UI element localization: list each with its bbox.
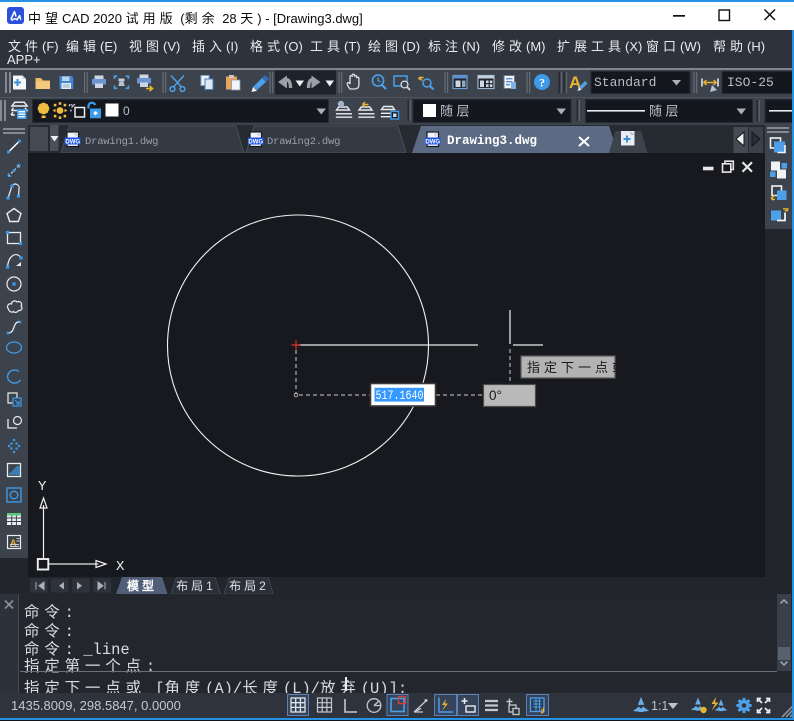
svg-text:DWG: DWG [248, 139, 263, 145]
svg-text:Y: Y [38, 479, 47, 495]
svg-text:模型: 模型 [127, 578, 157, 593]
svg-text:?: ? [539, 76, 545, 90]
svg-text:布局2: 布局2 [229, 579, 269, 593]
svg-text:DWG: DWG [65, 139, 80, 145]
svg-text:0°: 0° [489, 388, 502, 403]
svg-text:Drawing2.dwg: Drawing2.dwg [267, 136, 340, 148]
svg-text:X: X [116, 559, 125, 575]
svg-text:DWG: DWG [425, 139, 440, 145]
svg-text:0: 0 [123, 104, 130, 118]
svg-text:随层: 随层 [649, 104, 682, 119]
svg-text:1435.8009, 298.5847, 0.0000: 1435.8009, 298.5847, 0.0000 [11, 698, 181, 713]
svg-text:Drawing3.dwg: Drawing3.dwg [447, 134, 537, 148]
svg-text:Standard: Standard [594, 75, 656, 90]
svg-text:随层: 随层 [440, 104, 473, 119]
svg-text:1:1: 1:1 [651, 699, 668, 713]
svg-text:指定下一点或: 指定下一点或 [527, 360, 629, 375]
svg-text:ISO-25: ISO-25 [727, 75, 774, 90]
svg-text:Drawing1.dwg: Drawing1.dwg [85, 136, 158, 148]
svg-text:布局1: 布局1 [176, 579, 216, 593]
svg-text:517.1640: 517.1640 [376, 389, 424, 403]
